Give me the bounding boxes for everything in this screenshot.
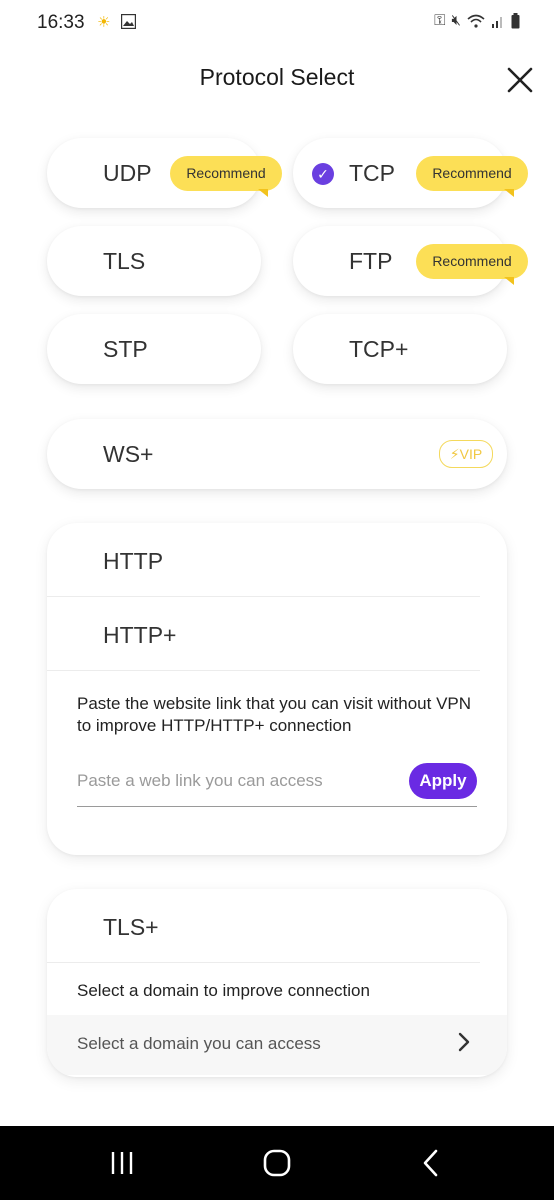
apply-button[interactable]: Apply (409, 763, 477, 799)
protocol-label: FTP (349, 248, 393, 274)
wifi-icon (467, 14, 485, 28)
mute-icon: 🔇︎ (451, 12, 461, 29)
protocol-label: TCP (349, 160, 395, 186)
tls-plus-description: Select a domain to improve connection (77, 981, 370, 1000)
protocol-tcp-plus[interactable]: TCP+ (293, 314, 507, 384)
divider (47, 962, 480, 963)
protocol-label: TCP+ (349, 336, 409, 362)
protocol-label: UDP (103, 160, 152, 186)
gallery-icon (121, 14, 136, 29)
recent-apps-icon[interactable] (102, 1146, 142, 1180)
vip-badge: ⚡VIP (439, 440, 493, 468)
protocol-label: TLS (103, 248, 146, 274)
protocol-label: STP (103, 336, 148, 362)
protocol-ws-plus[interactable]: WS+ ⚡VIP (47, 419, 507, 489)
page-title: Protocol Select (199, 64, 355, 90)
status-icons: ⚿ 🔇︎ (434, 12, 520, 29)
recommend-badge: Recommend (170, 156, 282, 197)
protocol-udp[interactable]: UDP Recommend (47, 138, 282, 208)
http-card: HTTP HTTP+ Paste the website link that y… (47, 523, 507, 855)
input-underline (77, 806, 477, 807)
check-circle-icon: ✓ (312, 163, 334, 185)
protocol-http-plus[interactable]: HTTP+ (47, 597, 507, 670)
protocol-tcp[interactable]: ✓ TCP Recommend (293, 138, 528, 208)
domain-selector[interactable]: Select a domain you can access (47, 1015, 507, 1075)
divider (47, 670, 480, 671)
battery-icon (511, 12, 520, 28)
domain-selector-label: Select a domain you can access (77, 1034, 321, 1053)
status-time: 16:33 (37, 12, 85, 33)
status-bar: 16:33 ☀ ⚿ 🔇︎ (0, 0, 554, 46)
recommend-badge: Recommend (416, 156, 528, 197)
tls-plus-card: TLS+ Select a domain to improve connecti… (47, 889, 507, 1077)
protocol-tls-plus[interactable]: TLS+ (47, 889, 507, 962)
protocol-ftp[interactable]: FTP Recommend (293, 226, 528, 296)
vpn-key-icon: ⚿ (434, 12, 446, 29)
http-description: Paste the website link that you can visi… (77, 694, 472, 735)
lightning-icon: ⚡ (449, 446, 460, 462)
protocol-label: TLS+ (103, 914, 159, 940)
navigation-bar (0, 1126, 554, 1200)
home-icon[interactable] (257, 1146, 297, 1180)
signal-icon (492, 16, 502, 28)
protocol-tls[interactable]: TLS (47, 226, 261, 296)
protocol-label: HTTP (103, 548, 164, 574)
recommend-badge: Recommend (416, 244, 528, 285)
chevron-right-icon (458, 1032, 470, 1052)
protocol-http[interactable]: HTTP (47, 523, 507, 596)
protocol-stp[interactable]: STP (47, 314, 261, 384)
back-icon[interactable] (411, 1146, 451, 1180)
protocol-label: WS+ (103, 441, 154, 467)
vip-label: VIP (459, 446, 483, 462)
protocol-label: HTTP+ (103, 622, 177, 648)
weather-icon: ☀ (97, 14, 111, 31)
close-icon[interactable] (504, 64, 536, 96)
